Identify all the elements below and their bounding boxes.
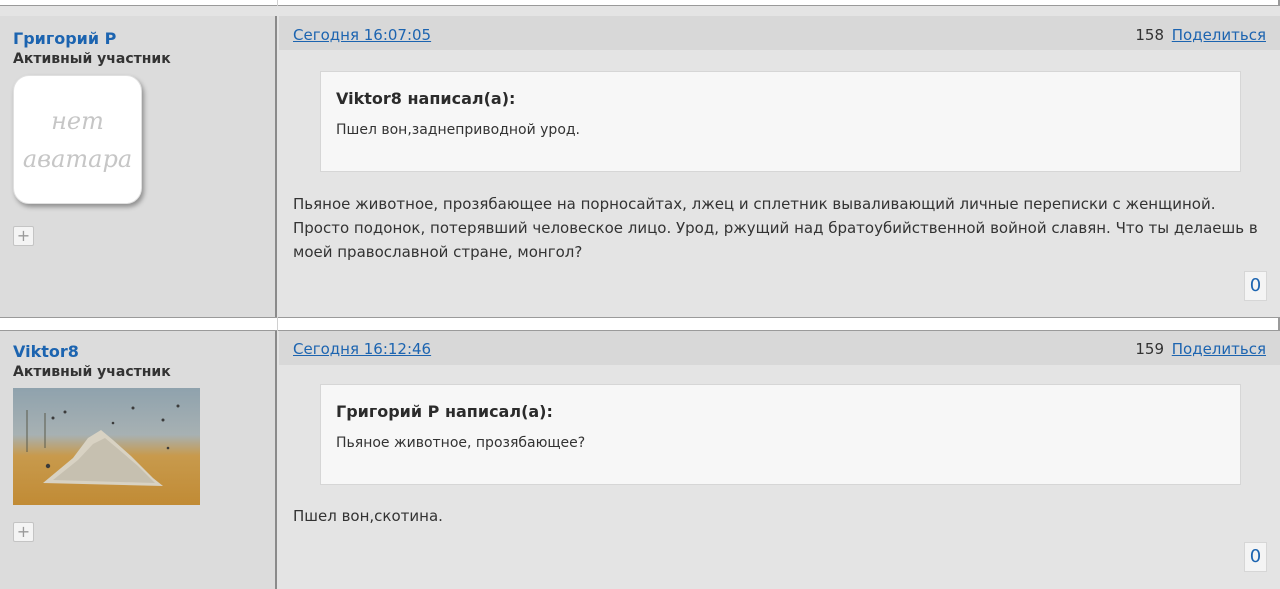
post-author-panel: Григорий Р Активный участник нет аватара…	[0, 16, 277, 317]
plus-icon[interactable]: +	[13, 522, 34, 542]
post-header: Сегодня 16:12:46 159 Поделиться	[279, 331, 1280, 365]
painting-image	[26, 404, 180, 486]
forum-post: Viktor8 Активный участник + Сегодня 16:1…	[0, 331, 1280, 589]
quote-author[interactable]: Viktor8 написал(а):	[336, 89, 515, 108]
quote-block: Григорий Р написал(а): Пьяное животное, …	[320, 384, 1241, 485]
quote-author[interactable]: Григорий Р написал(а):	[336, 402, 553, 421]
post-message: Пшел вон,скотина.	[293, 507, 443, 525]
post-content: Сегодня 16:07:05 158 Поделиться Viktor8 …	[279, 16, 1280, 317]
author-role: Активный участник	[13, 51, 171, 67]
post-separator	[0, 0, 1280, 6]
quote-block: Viktor8 написал(а): Пшел вон,заднепривод…	[320, 71, 1241, 172]
plus-icon[interactable]: +	[13, 226, 34, 246]
like-counter[interactable]: 0	[1244, 542, 1267, 572]
forum-post: Григорий Р Активный участник нет аватара…	[0, 16, 1280, 317]
quote-text: Пшел вон,заднеприводной урод.	[336, 122, 581, 138]
post-number: 159	[1135, 340, 1164, 358]
post-content: Сегодня 16:12:46 159 Поделиться Григорий…	[279, 331, 1280, 589]
post-number: 158	[1135, 26, 1164, 44]
like-counter[interactable]: 0	[1244, 271, 1267, 301]
post-separator	[0, 317, 1280, 331]
author-name-link[interactable]: Viktor8	[13, 342, 79, 361]
author-name-link[interactable]: Григорий Р	[13, 29, 116, 48]
no-avatar-placeholder: нет аватара	[13, 75, 142, 204]
post-date-link[interactable]: Сегодня 16:07:05	[293, 26, 431, 44]
share-link[interactable]: Поделиться	[1172, 26, 1266, 44]
author-role: Активный участник	[13, 364, 171, 380]
painting-avatar	[13, 388, 200, 505]
post-header: Сегодня 16:07:05 158 Поделиться	[279, 16, 1280, 50]
post-date-link[interactable]: Сегодня 16:12:46	[293, 340, 431, 358]
post-message: Пьяное животное, прозябающее на порносай…	[293, 195, 1258, 261]
post-author-panel: Viktor8 Активный участник +	[0, 331, 277, 589]
no-avatar-text-1: нет	[51, 106, 104, 135]
share-link[interactable]: Поделиться	[1172, 340, 1266, 358]
no-avatar-text-2: аватара	[22, 144, 133, 173]
quote-text: Пьяное животное, прозябающее?	[336, 435, 586, 451]
